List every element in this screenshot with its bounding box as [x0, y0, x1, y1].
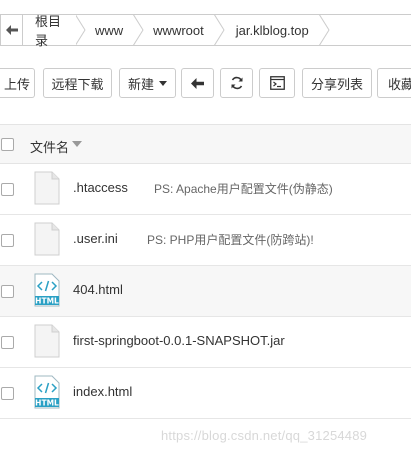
file-name[interactable]: .htaccess — [73, 180, 128, 195]
toolbar: 上传 远程下载 新建 分享列表 收藏 — [0, 68, 411, 98]
table-row[interactable]: .htaccess PS: Apache用户配置文件(伪静态) — [0, 164, 411, 215]
breadcrumb-separator — [213, 14, 226, 46]
refresh-icon — [231, 76, 242, 90]
breadcrumb-label: jar.klblog.top — [235, 22, 309, 38]
breadcrumb-label: www — [95, 22, 124, 38]
arrow-left-icon — [191, 77, 204, 89]
breadcrumb-item-www[interactable]: www — [87, 14, 134, 46]
caret-down-icon — [159, 80, 167, 86]
terminal-button[interactable] — [259, 68, 295, 98]
html-file-icon: HTML — [34, 273, 60, 307]
file-name[interactable]: .user.ini — [73, 231, 118, 246]
remote-download-button[interactable]: 远程下载 — [43, 68, 112, 98]
breadcrumb: 根目录 www wwwroot jar.klblog.top — [0, 14, 411, 48]
html-badge: HTML — [35, 297, 59, 306]
table-row[interactable]: .user.ini PS: PHP用户配置文件(防跨站)! — [0, 215, 411, 266]
breadcrumb-item-current[interactable]: jar.klblog.top — [225, 14, 319, 46]
breadcrumb-separator — [318, 14, 331, 46]
file-note: PS: PHP用户配置文件(防跨站)! — [147, 233, 314, 247]
watermark-text: https://blog.csdn.net/qq_31254489 — [161, 428, 368, 443]
table-row[interactable]: first-springboot-0.0.1-SNAPSHOT.jar — [0, 317, 411, 368]
row-checkbox[interactable] — [1, 387, 14, 400]
back-arrow-icon — [5, 25, 18, 35]
table-row[interactable]: HTML index.html — [0, 368, 411, 419]
row-checkbox[interactable] — [1, 234, 14, 247]
html-file-icon: HTML — [34, 375, 60, 409]
breadcrumb-path-input[interactable] — [330, 14, 411, 46]
favorites-button[interactable]: 收藏 — [377, 68, 411, 98]
generic-file-icon — [34, 171, 60, 205]
breadcrumb-item-root[interactable]: 根目录 — [22, 14, 76, 48]
file-name[interactable]: 404.html — [73, 282, 123, 297]
refresh-button[interactable] — [220, 68, 253, 98]
breadcrumb-item-wwwroot[interactable]: wwwroot — [145, 14, 214, 46]
breadcrumb-label: wwwroot — [153, 22, 204, 38]
remote-download-label: 远程下载 — [51, 76, 104, 92]
new-dropdown-button[interactable]: 新建 — [119, 68, 176, 98]
upload-button[interactable]: 上传 — [0, 68, 35, 98]
new-label: 新建 — [127, 76, 154, 92]
column-header-filename[interactable]: 文件名 — [30, 137, 69, 156]
generic-file-icon — [34, 222, 60, 256]
file-note: PS: Apache用户配置文件(伪静态) — [154, 182, 333, 196]
generic-file-icon — [34, 324, 60, 358]
table-row[interactable]: HTML 404.html — [0, 266, 411, 317]
breadcrumb-label: 根目录 — [35, 14, 62, 48]
back-arrow-button[interactable] — [0, 14, 22, 46]
select-all-checkbox[interactable] — [1, 138, 14, 151]
terminal-icon — [269, 76, 285, 90]
sort-down-icon[interactable] — [72, 141, 82, 147]
row-checkbox[interactable] — [1, 183, 14, 196]
upload-label: 上传 — [3, 76, 30, 92]
row-checkbox[interactable] — [1, 285, 14, 298]
favorites-label: 收藏 — [388, 76, 411, 92]
file-name[interactable]: index.html — [73, 384, 132, 399]
file-table-header: 文件名 — [0, 124, 411, 164]
file-name[interactable]: first-springboot-0.0.1-SNAPSHOT.jar — [73, 333, 285, 348]
breadcrumb-separator — [133, 14, 146, 46]
share-list-button[interactable]: 分享列表 — [302, 68, 372, 98]
html-badge: HTML — [35, 399, 59, 408]
breadcrumb-separator — [75, 14, 87, 46]
back-button[interactable] — [181, 68, 214, 98]
share-list-label: 分享列表 — [310, 76, 363, 92]
row-checkbox[interactable] — [1, 336, 14, 349]
